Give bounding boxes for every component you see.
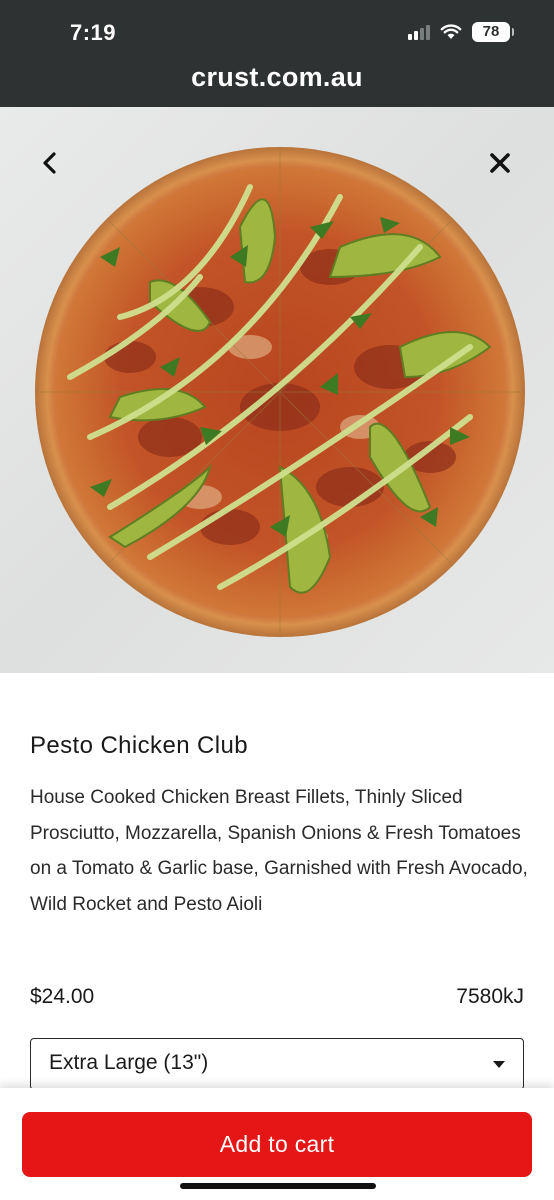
browser-header: 7:19 78 crust.com.au bbox=[0, 0, 554, 107]
size-select-value: Extra Large (13") bbox=[49, 1051, 209, 1074]
product-description: House Cooked Chicken Breast Fillets, Thi… bbox=[30, 787, 528, 915]
back-button[interactable] bbox=[32, 145, 68, 181]
url-bar[interactable]: crust.com.au bbox=[0, 62, 554, 93]
pizza-image bbox=[35, 147, 525, 637]
battery-icon: 78 bbox=[472, 22, 514, 42]
bottom-action-bar: Add to cart bbox=[0, 1088, 554, 1200]
chevron-down-icon bbox=[493, 1061, 505, 1068]
cellular-signal-icon bbox=[408, 24, 430, 40]
product-title: Pesto Chicken Club bbox=[30, 732, 248, 759]
home-indicator bbox=[180, 1183, 376, 1189]
status-time: 7:19 bbox=[70, 20, 117, 45]
status-indicators: 78 bbox=[408, 22, 514, 42]
close-button[interactable] bbox=[482, 145, 518, 181]
product-image bbox=[0, 107, 554, 673]
add-to-cart-button[interactable]: Add to cart bbox=[22, 1112, 532, 1177]
chevron-left-icon bbox=[43, 152, 56, 174]
product-energy: 7580kJ bbox=[456, 985, 524, 1008]
product-price: $24.00 bbox=[30, 985, 95, 1008]
close-icon bbox=[490, 153, 510, 173]
size-select[interactable]: Extra Large (13") bbox=[30, 1038, 524, 1090]
wifi-icon bbox=[440, 24, 462, 39]
